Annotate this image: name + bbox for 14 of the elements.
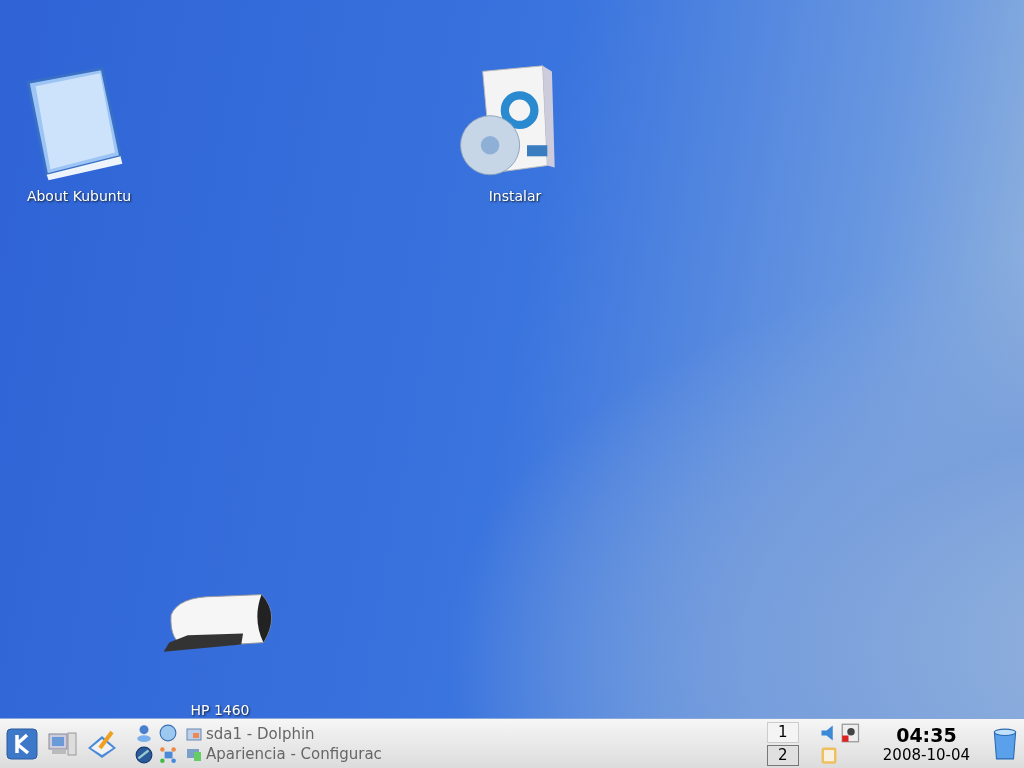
people-icon[interactable]	[134, 723, 154, 742]
task-button[interactable]: sda1 - Dolphin	[186, 723, 386, 744]
k-menu-icon[interactable]	[6, 727, 38, 760]
clock-date[interactable]: 2008-10-04	[882, 745, 970, 764]
icon-label[interactable]: Instalar	[488, 188, 542, 204]
desktop-switch-button[interactable]: 2	[766, 744, 799, 766]
task-button[interactable]: Apariencia - Configurac	[186, 743, 386, 764]
desktop-switch-button[interactable]: 1	[766, 721, 799, 743]
trash-icon[interactable]	[992, 726, 1018, 761]
clock-time[interactable]: 04:35	[896, 723, 957, 746]
icon-label[interactable]: About Kubuntu	[26, 188, 132, 204]
icon-label[interactable]: HP 1460	[190, 702, 250, 718]
network-status-icon[interactable]	[840, 722, 861, 743]
folder-icon	[186, 725, 202, 742]
